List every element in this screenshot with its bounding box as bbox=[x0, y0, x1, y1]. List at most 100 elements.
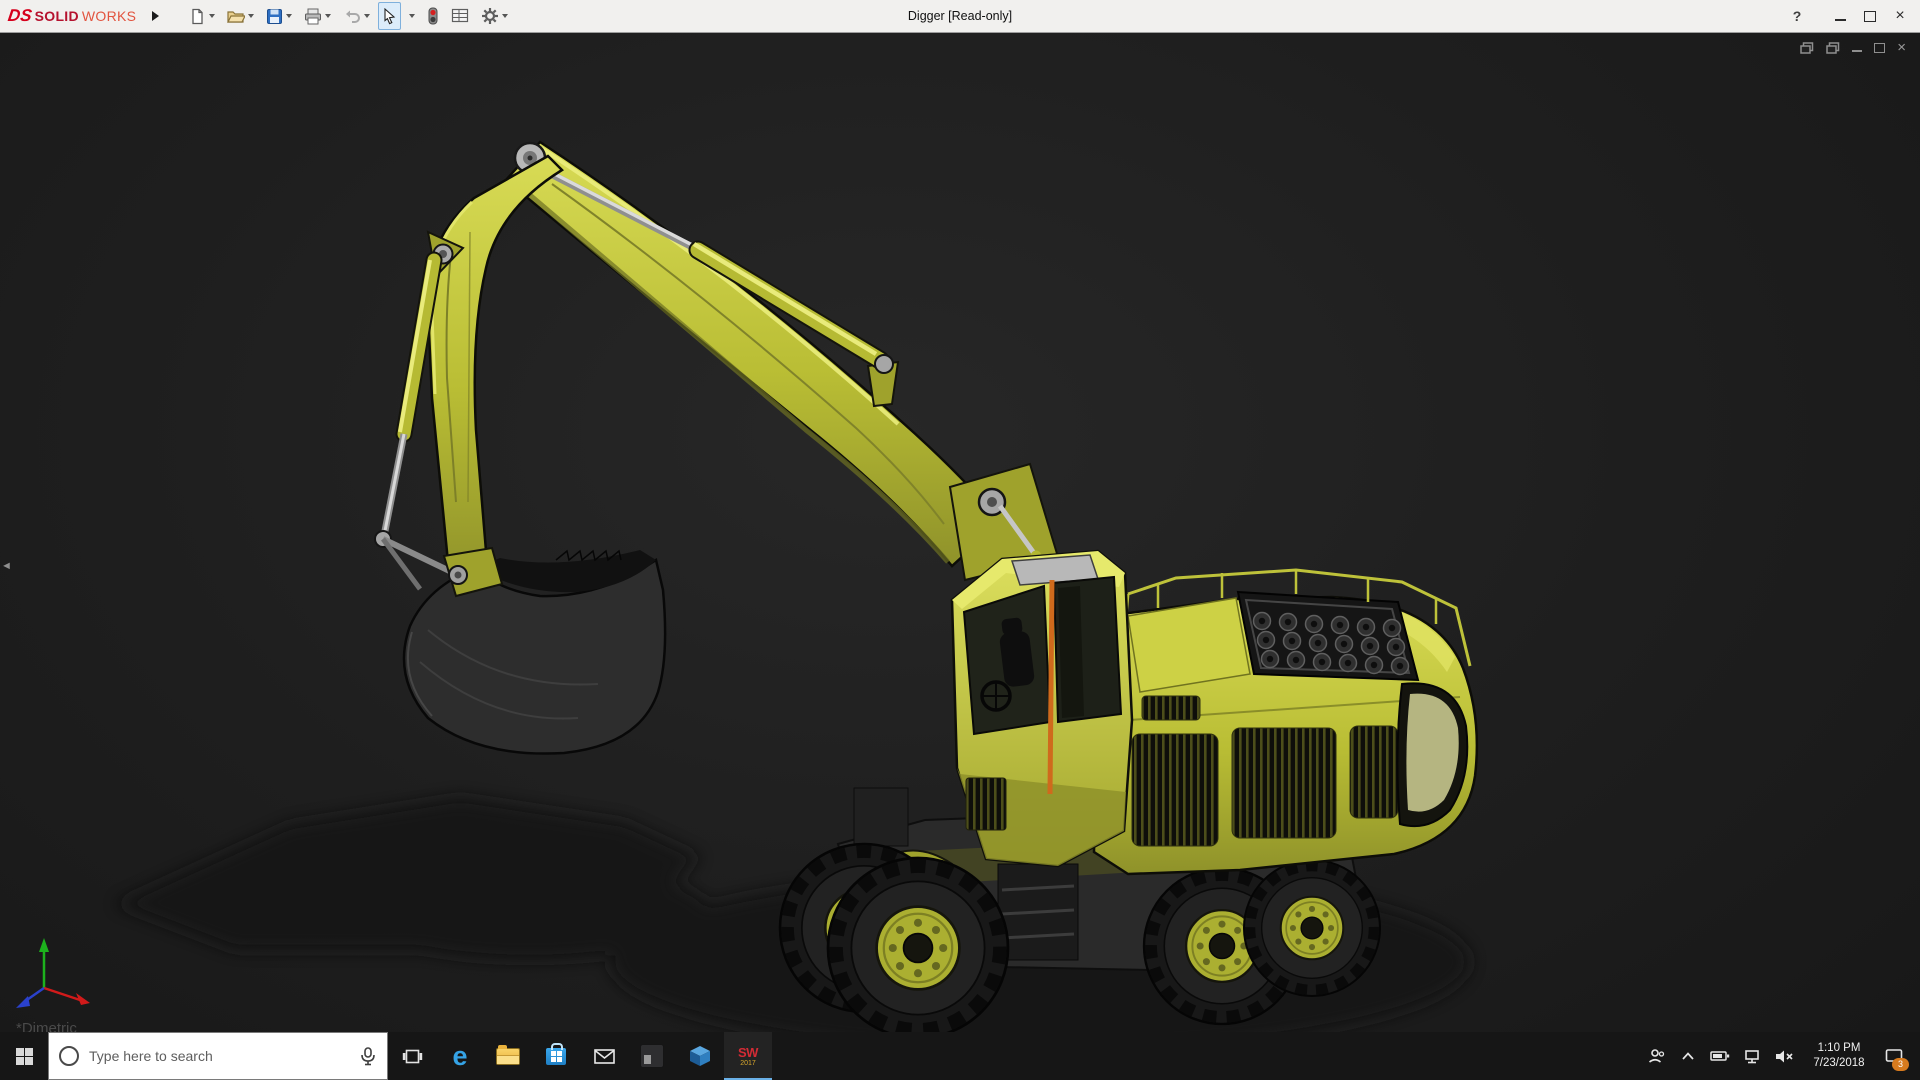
save-icon bbox=[266, 8, 283, 25]
triad-y-axis bbox=[39, 938, 49, 952]
solidworks-window: DS SOLIDWORKS bbox=[0, 0, 1920, 1080]
rebuild-button[interactable] bbox=[423, 2, 443, 30]
people-icon bbox=[1648, 1048, 1665, 1064]
window-controls: ? × bbox=[1784, 0, 1914, 32]
select-tool-button[interactable] bbox=[378, 2, 401, 30]
taskbar-search[interactable] bbox=[48, 1032, 388, 1080]
save-button[interactable] bbox=[262, 2, 296, 30]
doc-cascade-icon[interactable] bbox=[1800, 42, 1814, 54]
stick-arm[interactable] bbox=[375, 156, 562, 589]
print-button[interactable] bbox=[300, 2, 335, 30]
restore-button[interactable] bbox=[1856, 0, 1884, 32]
new-document-button[interactable] bbox=[185, 2, 219, 30]
battery-button[interactable] bbox=[1704, 1032, 1736, 1080]
mail-icon bbox=[594, 1049, 615, 1064]
windows-taskbar: e SW 2017 bbox=[0, 1032, 1920, 1080]
chevron-up-icon bbox=[1681, 1051, 1695, 1061]
store-icon bbox=[546, 1048, 566, 1065]
excavator-3d-model[interactable] bbox=[0, 32, 1920, 1032]
solidworks-2017-button[interactable]: SW 2017 bbox=[724, 1032, 772, 1080]
engine-housing[interactable] bbox=[1094, 570, 1477, 874]
brand-name-light: WORKS bbox=[82, 8, 136, 24]
ds-monogram-icon: DS bbox=[7, 6, 33, 26]
people-button[interactable] bbox=[1640, 1032, 1672, 1080]
save-dropdown[interactable] bbox=[286, 14, 292, 18]
system-tray: 1:10 PM 7/23/2018 3 bbox=[1640, 1032, 1920, 1080]
undo-dropdown[interactable] bbox=[364, 14, 370, 18]
mail-button[interactable] bbox=[580, 1032, 628, 1080]
cad-cube-icon bbox=[689, 1045, 711, 1067]
doc-tile-icon[interactable] bbox=[1826, 42, 1840, 54]
document-title: Digger [Read-only] bbox=[908, 0, 1012, 32]
search-input[interactable] bbox=[87, 1047, 351, 1065]
taskbar-clock[interactable]: 1:10 PM 7/23/2018 bbox=[1800, 1041, 1878, 1071]
options-dropdown[interactable] bbox=[502, 14, 508, 18]
media-app-icon bbox=[640, 1044, 664, 1068]
network-icon bbox=[1744, 1049, 1761, 1064]
new-document-icon bbox=[189, 8, 206, 25]
solidworks-logo: DS SOLIDWORKS bbox=[8, 6, 136, 26]
rebuild-icon bbox=[427, 7, 439, 25]
solidworks-2017-icon: SW 2017 bbox=[738, 1046, 758, 1067]
undo-button[interactable] bbox=[339, 2, 374, 30]
cab-orange-stripe bbox=[1050, 580, 1052, 794]
view-orientation-label: *Dimetric bbox=[16, 1020, 77, 1032]
quick-access-toolbar bbox=[185, 2, 512, 30]
cortana-icon bbox=[59, 1046, 79, 1066]
select-dropdown-caret bbox=[409, 14, 415, 18]
open-dropdown[interactable] bbox=[248, 14, 254, 18]
action-center-button[interactable]: 3 bbox=[1878, 1032, 1910, 1080]
cad-cube-app-button[interactable] bbox=[676, 1032, 724, 1080]
document-window-controls: × bbox=[1800, 40, 1906, 55]
start-button[interactable] bbox=[0, 1032, 48, 1080]
restore-icon bbox=[1864, 11, 1876, 22]
close-button[interactable]: × bbox=[1886, 0, 1914, 32]
help-button[interactable]: ? bbox=[1784, 8, 1810, 24]
volume-button[interactable] bbox=[1768, 1032, 1800, 1080]
open-icon bbox=[227, 8, 245, 25]
options-button[interactable] bbox=[477, 2, 512, 30]
media-app-button[interactable] bbox=[628, 1032, 676, 1080]
select-cursor-icon bbox=[382, 8, 397, 25]
graphics-viewport[interactable]: × ◄ *Dimetric bbox=[0, 32, 1920, 1032]
new-document-dropdown[interactable] bbox=[209, 14, 215, 18]
open-button[interactable] bbox=[223, 2, 258, 30]
triad-z-axis bbox=[16, 996, 30, 1008]
title-bar: DS SOLIDWORKS bbox=[0, 0, 1920, 33]
print-icon bbox=[304, 8, 322, 25]
doc-restore-icon[interactable] bbox=[1874, 43, 1885, 53]
clock-time: 1:10 PM bbox=[1800, 1041, 1878, 1056]
tray-overflow-button[interactable] bbox=[1672, 1032, 1704, 1080]
print-dropdown[interactable] bbox=[325, 14, 331, 18]
battery-icon bbox=[1710, 1050, 1730, 1062]
microphone-icon[interactable] bbox=[359, 1047, 377, 1066]
display-settings-button[interactable] bbox=[447, 2, 473, 30]
options-gear-icon bbox=[481, 7, 499, 25]
brand-name-bold: SOLID bbox=[35, 8, 79, 24]
doc-close-icon[interactable]: × bbox=[1897, 40, 1906, 55]
clock-date: 7/23/2018 bbox=[1800, 1056, 1878, 1071]
store-button[interactable] bbox=[532, 1032, 580, 1080]
minimize-icon bbox=[1835, 11, 1846, 21]
orientation-triad[interactable] bbox=[6, 930, 98, 1026]
sw-letters: SW bbox=[738, 1046, 758, 1059]
display-settings-icon bbox=[451, 8, 469, 24]
minimize-button[interactable] bbox=[1826, 0, 1854, 32]
undo-icon bbox=[343, 8, 361, 25]
toolbar-flyout-arrow-icon[interactable] bbox=[152, 11, 159, 21]
windows-logo-icon bbox=[16, 1048, 33, 1065]
task-view-icon bbox=[402, 1048, 423, 1065]
network-button[interactable] bbox=[1736, 1032, 1768, 1080]
panel-expand-arrow[interactable]: ◄ bbox=[1, 560, 12, 572]
file-explorer-icon bbox=[496, 1048, 520, 1065]
edge-browser-button[interactable]: e bbox=[436, 1032, 484, 1080]
file-explorer-button[interactable] bbox=[484, 1032, 532, 1080]
doc-minimize-icon[interactable] bbox=[1852, 43, 1862, 52]
boom-arm[interactable] bbox=[506, 142, 1058, 588]
notification-badge: 3 bbox=[1892, 1058, 1909, 1071]
select-tool-dropdown[interactable] bbox=[405, 2, 419, 30]
bucket[interactable] bbox=[404, 548, 665, 754]
volume-muted-icon bbox=[1775, 1049, 1794, 1064]
task-view-button[interactable] bbox=[388, 1032, 436, 1080]
edge-browser-icon: e bbox=[452, 1043, 467, 1070]
